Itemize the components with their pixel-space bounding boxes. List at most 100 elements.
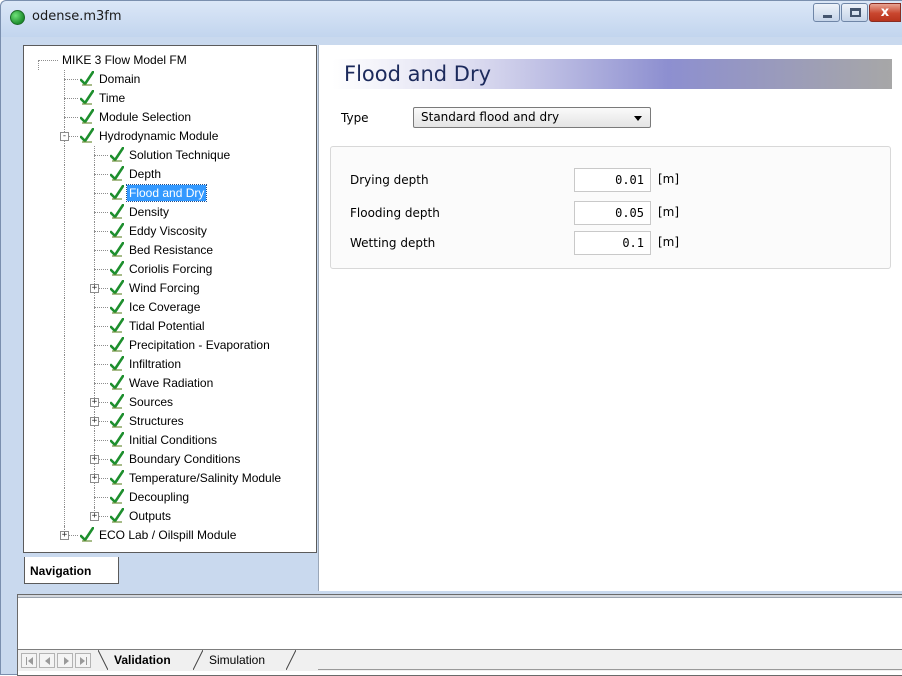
- check-icon: [109, 184, 125, 201]
- tree-connector: [94, 497, 108, 498]
- minimize-icon: [823, 15, 832, 18]
- tree-item[interactable]: MIKE 3 Flow Model FM: [24, 51, 304, 70]
- param-row-flooding: Flooding depth 0.05 [m]: [331, 201, 890, 225]
- tree-item[interactable]: Flood and Dry: [24, 184, 304, 203]
- tree-item-label: Ice Coverage: [129, 300, 201, 314]
- tree-connector: [94, 345, 108, 346]
- tree-item[interactable]: Wave Radiation: [24, 374, 304, 393]
- check-icon: [79, 108, 95, 125]
- tree-item-label: Module Selection: [99, 110, 192, 124]
- tree-connector: [64, 98, 78, 99]
- check-icon: [109, 393, 125, 410]
- tab-edge: [286, 650, 296, 670]
- tree-item[interactable]: Module Selection: [24, 108, 304, 127]
- tree-item[interactable]: Time: [24, 89, 304, 108]
- tree-item[interactable]: + Boundary Conditions: [24, 450, 304, 469]
- tab-validation[interactable]: Validation: [114, 650, 171, 670]
- last-icon: [80, 657, 85, 665]
- flooding-depth-input[interactable]: 0.05: [574, 201, 651, 225]
- check-icon: [79, 89, 95, 106]
- collapse-icon[interactable]: -: [60, 132, 69, 141]
- tree-item[interactable]: Domain: [24, 70, 304, 89]
- tree-item[interactable]: Ice Coverage: [24, 298, 304, 317]
- tree-item[interactable]: Solution Technique: [24, 146, 304, 165]
- expand-icon[interactable]: +: [90, 417, 99, 426]
- check-icon: [79, 526, 95, 543]
- tree-item-label: Structures: [129, 414, 184, 428]
- check-icon: [109, 222, 125, 239]
- check-icon: [109, 241, 125, 258]
- tree-item[interactable]: - Hydrodynamic Module: [24, 127, 304, 146]
- tab-navigation[interactable]: Navigation: [24, 557, 119, 584]
- tree-item[interactable]: Density: [24, 203, 304, 222]
- tree-item-label: Eddy Viscosity: [129, 224, 207, 238]
- maximize-icon: [850, 8, 861, 17]
- check-icon: [109, 298, 125, 315]
- tree-item[interactable]: Decoupling: [24, 488, 304, 507]
- page-title: Flood and Dry: [344, 62, 492, 86]
- tree-guide-line: [64, 146, 65, 165]
- tree-guide-line: [64, 431, 65, 450]
- tree-item[interactable]: Precipitation - Evaporation: [24, 336, 304, 355]
- maximize-button[interactable]: [841, 3, 868, 22]
- tree-guide-line: [64, 469, 65, 488]
- tree-guide-line: [64, 184, 65, 203]
- wetting-depth-input[interactable]: 0.1: [574, 231, 651, 255]
- tree-item[interactable]: Eddy Viscosity: [24, 222, 304, 241]
- pane-splitter[interactable]: [18, 595, 902, 598]
- close-icon: x: [880, 5, 890, 20]
- tree-item[interactable]: + Sources: [24, 393, 304, 412]
- expand-icon[interactable]: +: [90, 512, 99, 521]
- page-heading: Flood and Dry: [332, 59, 892, 89]
- tree-guide-line: [38, 60, 39, 70]
- tab-edge: [193, 650, 203, 670]
- tree-item[interactable]: + Outputs: [24, 507, 304, 526]
- tree-guide-line: [64, 450, 65, 469]
- expand-icon[interactable]: +: [90, 474, 99, 483]
- tree-connector: [94, 364, 108, 365]
- tree-connector: [94, 193, 108, 194]
- expand-icon[interactable]: +: [90, 455, 99, 464]
- last-sheet-button[interactable]: [75, 653, 91, 668]
- tree-item[interactable]: Initial Conditions: [24, 431, 304, 450]
- prev-sheet-button[interactable]: [39, 653, 55, 668]
- tree-connector: [94, 269, 108, 270]
- expand-icon[interactable]: +: [60, 531, 69, 540]
- tab-simulation[interactable]: Simulation: [209, 650, 265, 670]
- minimize-button[interactable]: [813, 3, 840, 22]
- title-bar[interactable]: odense.m3fm x: [1, 1, 902, 37]
- tree-item[interactable]: + Structures: [24, 412, 304, 431]
- type-dropdown[interactable]: Standard flood and dry: [413, 107, 651, 128]
- drying-depth-input[interactable]: 0.01: [574, 168, 651, 192]
- tree-item-label: Infiltration: [129, 357, 182, 371]
- tree-item[interactable]: Infiltration: [24, 355, 304, 374]
- tree-item[interactable]: Depth: [24, 165, 304, 184]
- tree-item[interactable]: + Wind Forcing: [24, 279, 304, 298]
- first-sheet-button[interactable]: [21, 653, 37, 668]
- expand-icon[interactable]: +: [90, 398, 99, 407]
- tree-item-label: Solution Technique: [129, 148, 231, 162]
- wetting-depth-unit: [m]: [658, 235, 680, 249]
- expand-icon[interactable]: +: [90, 284, 99, 293]
- tree-guide-line: [64, 393, 65, 412]
- tree-item-label: Time: [99, 91, 126, 105]
- flooding-depth-unit: [m]: [658, 205, 680, 219]
- sheet-bar-baseline: [318, 669, 902, 670]
- tree-item-label: Decoupling: [129, 490, 190, 504]
- tree-item[interactable]: Coriolis Forcing: [24, 260, 304, 279]
- next-sheet-button[interactable]: [57, 653, 73, 668]
- tree-item-label: Sources: [129, 395, 174, 409]
- tree-item[interactable]: Tidal Potential: [24, 317, 304, 336]
- tree-guide-line: [64, 298, 65, 317]
- drying-depth-unit: [m]: [658, 172, 680, 186]
- close-button[interactable]: x: [869, 3, 901, 22]
- tree-item[interactable]: Bed Resistance: [24, 241, 304, 260]
- parameters-group: Drying depth 0.01 [m] Flooding depth 0.0…: [330, 146, 891, 269]
- tree-item[interactable]: + ECO Lab / Oilspill Module: [24, 526, 304, 545]
- check-icon: [109, 355, 125, 372]
- tree-item[interactable]: + Temperature/Salinity Module: [24, 469, 304, 488]
- check-icon: [109, 469, 125, 486]
- dropdown-arrow-icon: [634, 116, 642, 121]
- tree-guide-line: [64, 203, 65, 222]
- check-icon: [109, 260, 125, 277]
